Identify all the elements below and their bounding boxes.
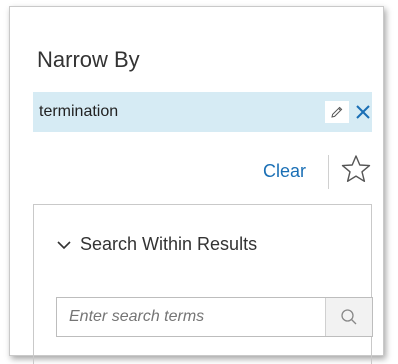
search-within-button[interactable] bbox=[325, 298, 372, 336]
magnifier-icon bbox=[341, 309, 357, 325]
star-icon bbox=[341, 155, 371, 182]
search-within-section: Search Within Results bbox=[33, 204, 373, 364]
chevron-down-icon bbox=[57, 240, 71, 249]
filter-term-label: termination bbox=[39, 103, 119, 120]
actions-divider bbox=[328, 155, 329, 189]
panel-title: Narrow By bbox=[37, 47, 140, 72]
search-within-label: Search Within Results bbox=[80, 234, 258, 254]
narrow-by-panel: Narrow By termination Clear Search Withi… bbox=[9, 6, 384, 364]
search-terms-input[interactable] bbox=[57, 298, 325, 336]
search-within-toggle[interactable]: Search Within Results bbox=[56, 234, 257, 255]
pencil-icon bbox=[331, 106, 343, 118]
favorite-button[interactable] bbox=[340, 153, 372, 185]
close-icon bbox=[356, 105, 370, 119]
remove-filter-button[interactable] bbox=[353, 100, 373, 124]
edit-filter-button[interactable] bbox=[325, 101, 349, 123]
active-filter-bar: termination bbox=[33, 92, 372, 132]
clear-filters-link[interactable]: Clear bbox=[263, 161, 306, 182]
search-within-field bbox=[56, 297, 373, 337]
